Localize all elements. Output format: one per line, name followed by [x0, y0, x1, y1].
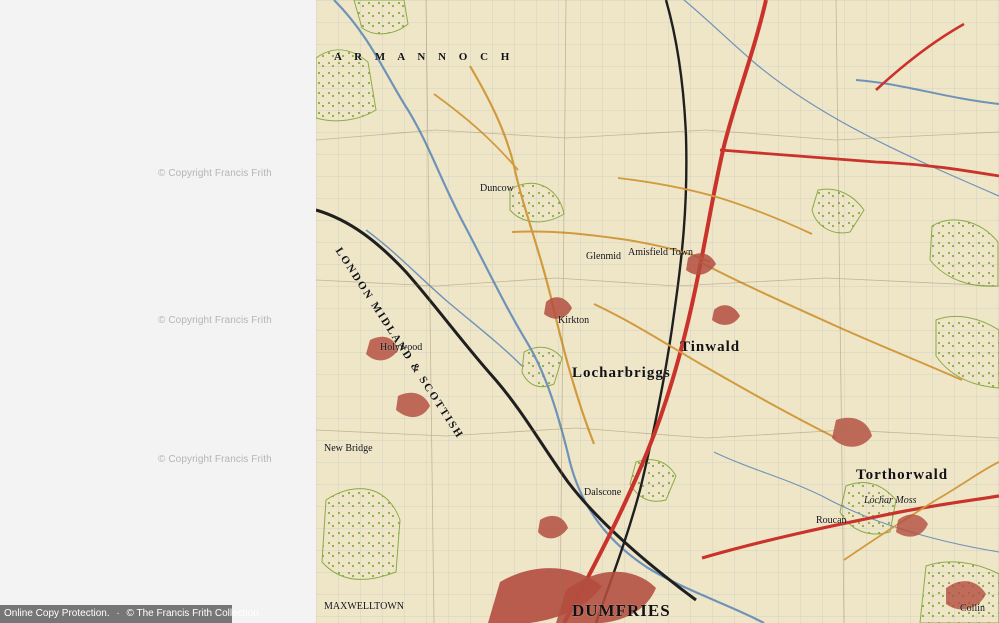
map-label-torthorwald: Torthorwald	[856, 467, 949, 483]
map-label-duncow: Duncow	[480, 183, 514, 194]
map-label-collin: Collin	[960, 603, 986, 614]
map-artwork	[316, 0, 999, 623]
collection-text: © The Francis Frith Collection	[126, 608, 259, 619]
historic-map[interactable]: A R M A N N O C H Holywood Tinwald Torth…	[316, 0, 999, 623]
map-label-glenmid: Glenmid	[586, 251, 621, 262]
map-label-roucan: Roucan	[816, 515, 847, 526]
copyright-watermark: © Copyright Francis Frith	[158, 315, 272, 326]
copyright-watermark: © Copyright Francis Frith	[158, 454, 272, 465]
map-label-new-bridge: New Bridge	[324, 443, 373, 454]
footer-separator: ·	[116, 608, 120, 619]
map-label-tinwald: Tinwald	[680, 339, 741, 355]
map-label-dumfries: DUMFRIES	[572, 601, 671, 620]
map-label-maxwelltown: MAXWELLTOWN	[324, 601, 404, 612]
map-label-amisfield-town: Amisfield Town	[628, 247, 693, 258]
map-label-lochar-moss: Lochar Moss	[864, 495, 917, 506]
copyright-watermark: © Copyright Francis Frith	[158, 168, 272, 179]
map-label-kirkton: Kirkton	[558, 315, 590, 326]
map-label-locharbriggs: Locharbriggs	[572, 365, 671, 381]
map-label-armannoch: A R M A N N O C H	[334, 51, 515, 63]
map-label-dalscone: Dalscone	[584, 487, 622, 498]
protection-text: Online Copy Protection.	[4, 608, 110, 619]
copyright-footer: Online Copy Protection. · © The Francis …	[0, 605, 259, 623]
map-page: © Copyright Francis Frith © Copyright Fr…	[0, 0, 999, 623]
